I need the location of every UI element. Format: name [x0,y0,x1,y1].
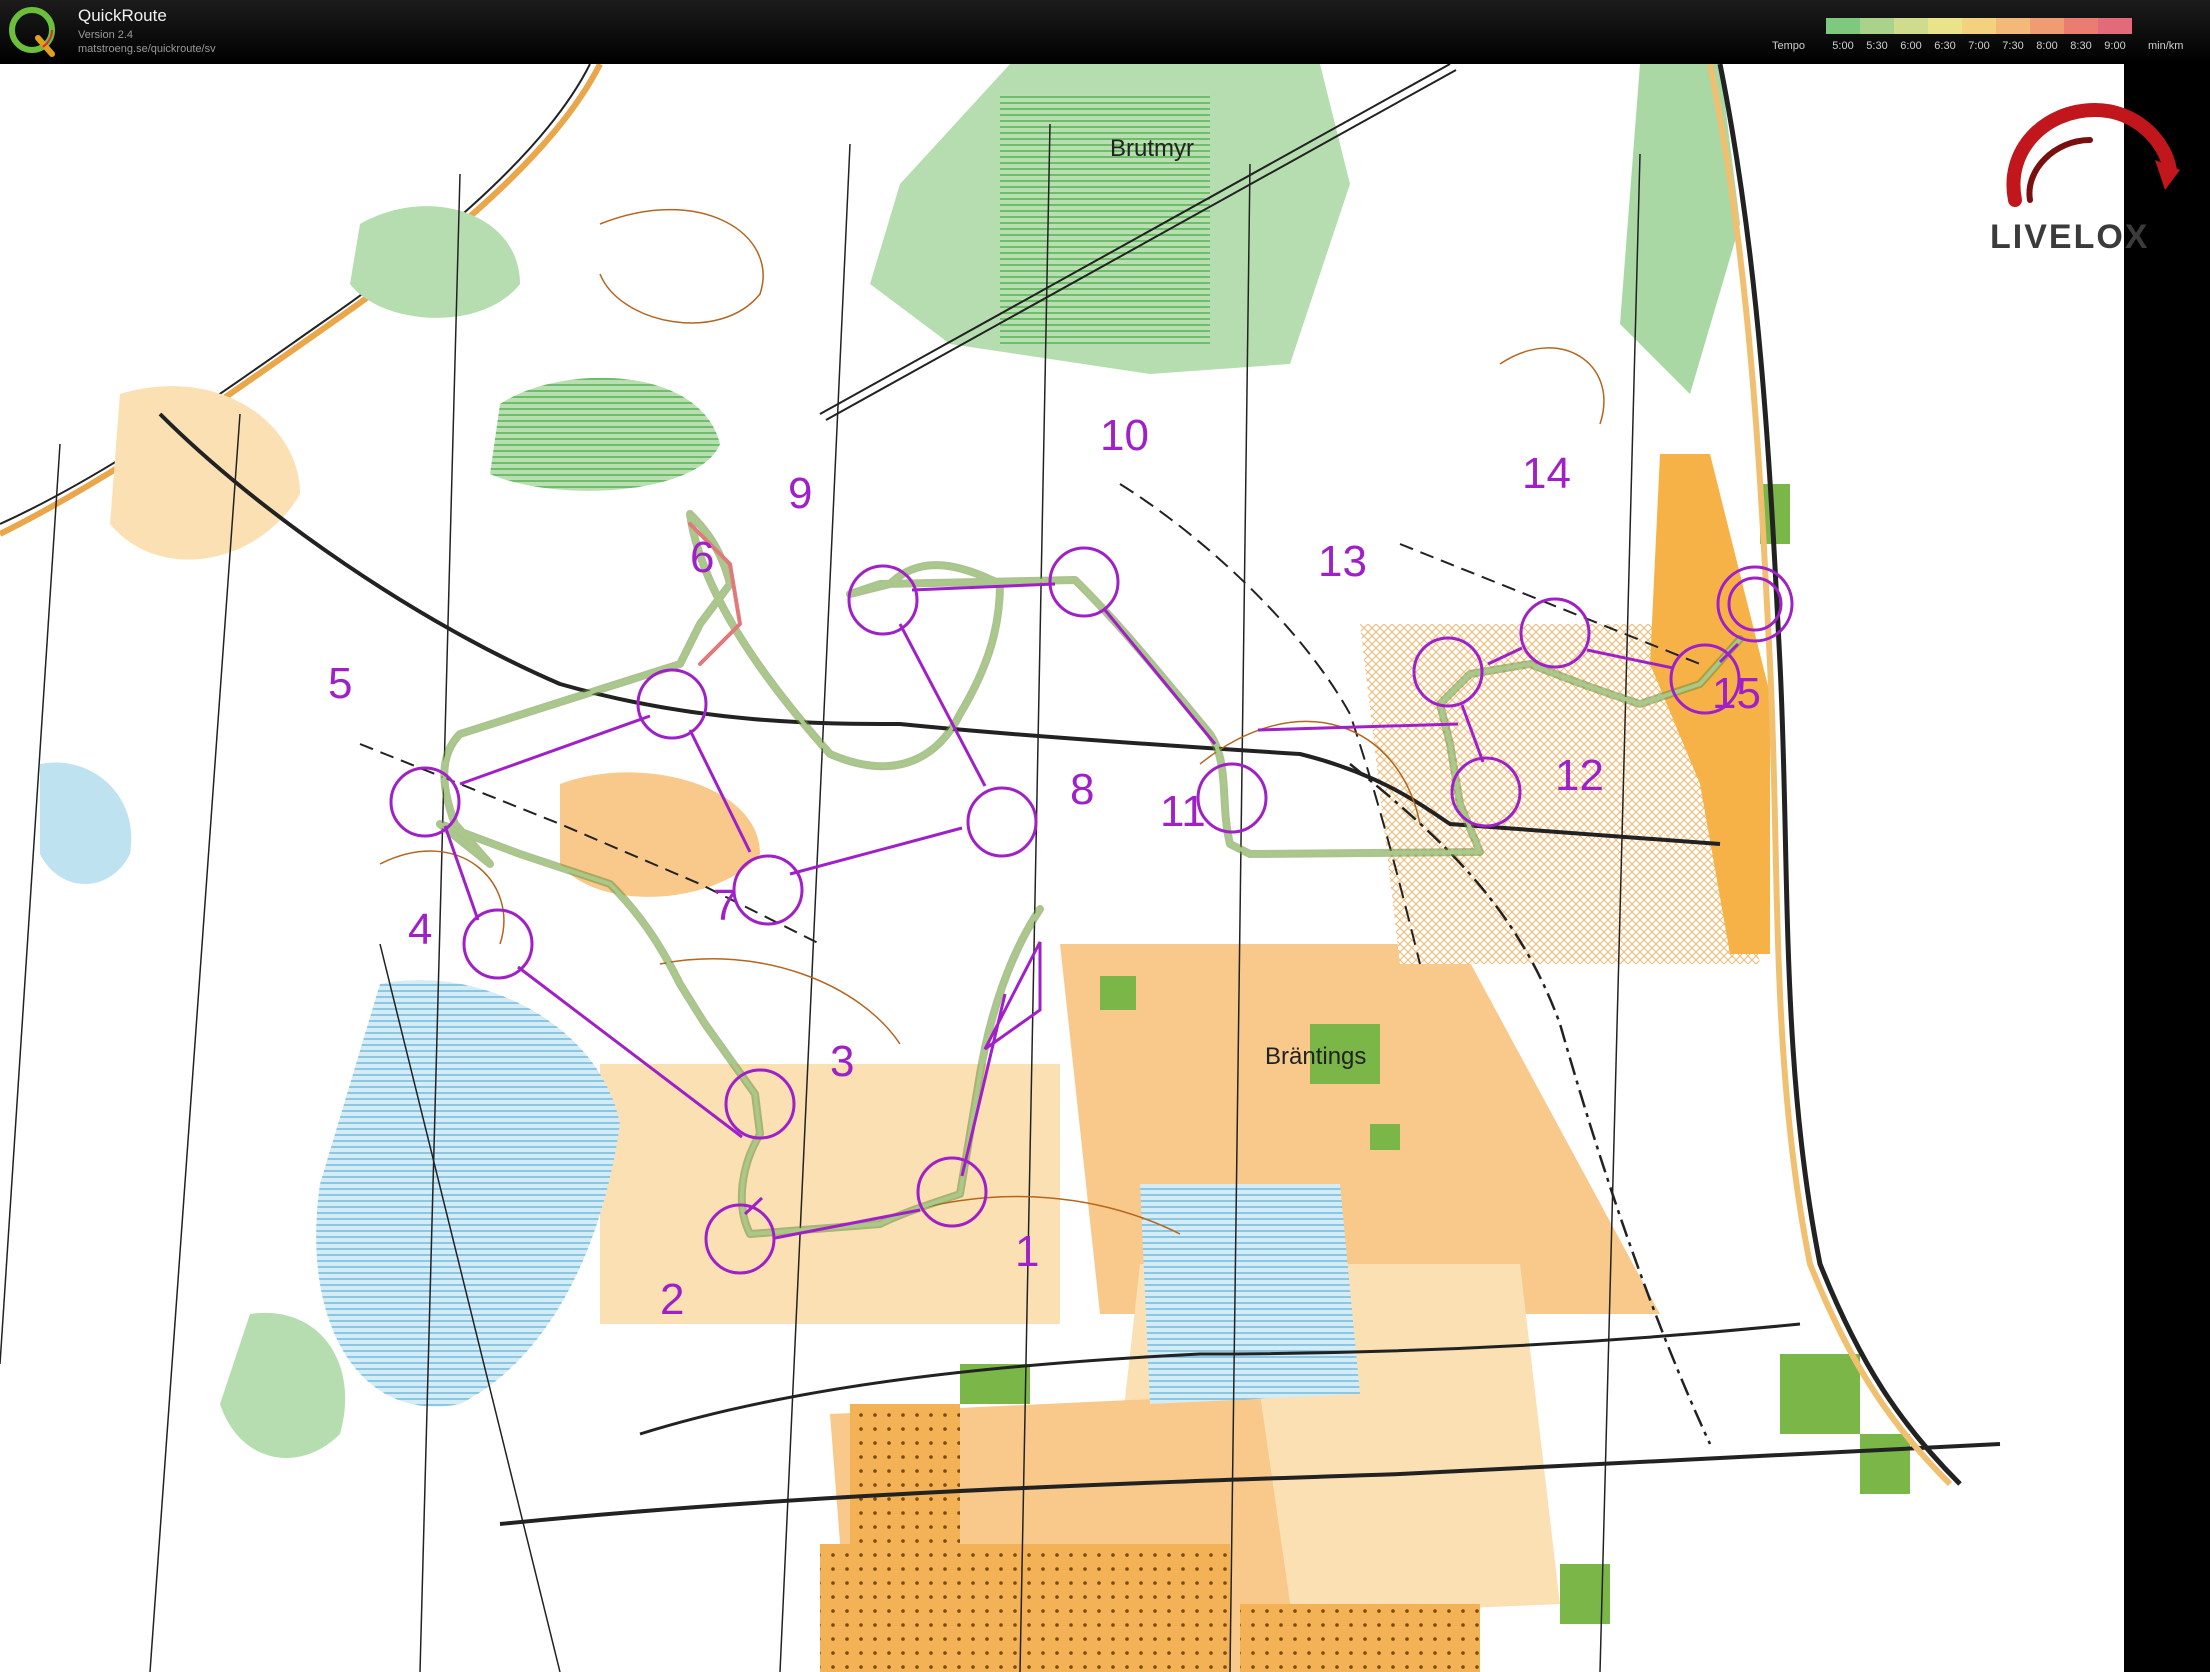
control-circle-4 [462,908,534,980]
app-url: matstroeng.se/quickroute/sv [78,43,216,55]
place-label-brantings: Bräntings [1265,1043,1366,1070]
orienteering-map[interactable]: Brutmyr Bräntings 1 2 3 4 5 6 7 8 9 10 1… [0,64,2124,1672]
control-circle-7 [732,854,804,926]
tempo-legend-unit: min/km [2148,40,2184,52]
control-number-3: 3 [830,1037,854,1086]
tempo-color-swatch [2030,18,2064,34]
tempo-legend-label: Tempo [1772,40,1806,52]
control-circle-11 [1196,762,1268,834]
tempo-tick-label: 6:30 [1934,40,1956,52]
quickroute-logo-icon [9,7,55,57]
control-number-11: 11 [1160,787,1206,836]
control-number-6: 6 [690,533,714,582]
tempo-color-swatch [1962,18,1996,34]
tempo-color-scale [1826,18,2132,34]
app-version: Version 2.4 [78,29,134,41]
control-number-15: 15 [1712,669,1761,718]
control-number-13: 13 [1318,537,1367,586]
tempo-tick-label: 8:00 [2036,40,2058,52]
control-number-4: 4 [408,905,432,954]
terrain-layer [0,64,1910,1672]
tempo-color-swatch [2098,18,2132,34]
control-number-10: 10 [1100,411,1149,460]
place-label-brutmyr: Brutmyr [1110,135,1194,162]
control-number-12: 12 [1555,751,1604,800]
tempo-color-swatch [2064,18,2098,34]
tempo-tick-label: 7:00 [1968,40,1990,52]
control-circle-8 [966,786,1038,858]
tempo-color-swatch [1860,18,1894,34]
control-number-2: 2 [660,1275,684,1324]
tempo-tick-label: 7:30 [2002,40,2024,52]
tempo-legend-ticks: 5:00 5:30 6:00 6:30 7:00 7:30 8:00 8:30 9:00 [1826,40,2132,54]
right-margin [2124,64,2210,1672]
map-canvas: Brutmyr Bräntings 1 2 3 4 5 6 7 8 9 10 1… [0,64,2001,1672]
tempo-color-swatch [1996,18,2030,34]
tempo-tick-label: 5:30 [1866,40,1888,52]
app-title: QuickRoute [78,6,167,25]
header-bar: QuickRoute Version 2.4 matstroeng.se/qui… [0,0,2210,64]
tempo-tick-label: 5:00 [1832,40,1854,52]
control-number-5: 5 [328,659,352,708]
tempo-color-swatch [1894,18,1928,34]
tempo-color-swatch [1928,18,1962,34]
tempo-tick-label: 9:00 [2104,40,2126,52]
control-number-1: 1 [1015,1227,1039,1276]
tempo-tick-label: 8:30 [2070,40,2092,52]
control-number-14: 14 [1522,449,1571,498]
tempo-tick-label: 6:00 [1900,40,1922,52]
control-number-9: 9 [788,469,812,518]
control-number-7: 7 [713,881,737,930]
tempo-color-swatch [1826,18,1860,34]
control-circle-9 [847,564,919,636]
livelox-logo-text: LIVELOX [1990,218,2150,256]
control-number-8: 8 [1070,765,1094,814]
